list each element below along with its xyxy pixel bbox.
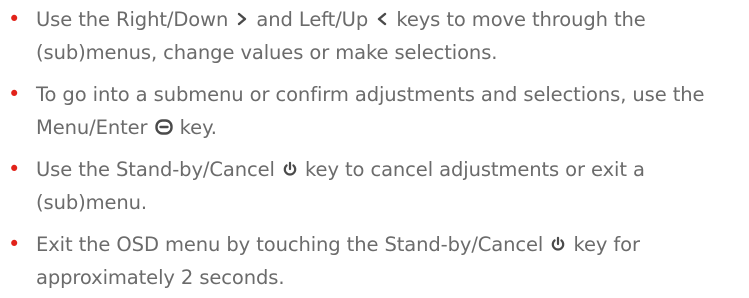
instruction-item-enter: • To go into a submenu or confirm adjust… [0, 78, 749, 144]
instruction-list: • Use the Right/Down and Left/Up keys to… [0, 0, 749, 294]
instruction-item-exit: • Exit the OSD menu by touching the Stan… [0, 228, 749, 294]
instruction-text: Use the Right/Down [36, 8, 229, 31]
instruction-text: To go into a submenu or confirm adjustme… [36, 83, 705, 139]
chevron-left-icon [378, 12, 387, 25]
instruction-item-navigate: • Use the Right/Down and Left/Up keys to… [0, 3, 749, 69]
power-icon [283, 161, 297, 176]
chevron-right-icon [238, 12, 247, 25]
menu-enter-icon [154, 118, 173, 135]
instruction-text: Exit the OSD menu by touching the Stand-… [36, 233, 544, 256]
power-icon [552, 236, 565, 251]
instruction-text: and Left/Up [256, 8, 369, 31]
instruction-text: key. [179, 116, 217, 139]
bullet: • [8, 232, 21, 256]
instruction-item-cancel: • Use the Stand-by/Cancel key to cancel … [0, 153, 749, 219]
bullet: • [8, 7, 21, 31]
bullet: • [8, 82, 21, 106]
bullet: • [8, 157, 21, 181]
instruction-text: Use the Stand-by/Cancel [36, 158, 275, 181]
